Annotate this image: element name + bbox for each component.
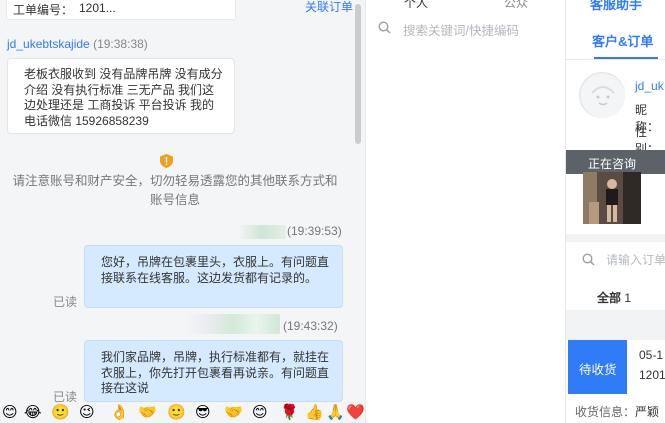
chat-panel: 工单编号： 1201... 关联订单 jd_ukebtskajide (19:3… (0, 0, 365, 423)
emoji-laugh-icon[interactable]: 😂 (24, 404, 42, 422)
agent-message-bubble: 您好，吊牌在包裹里头，衣服上。有问题直接联系在线客服。这边发货都有记录的。 (84, 245, 343, 308)
pending-delivery-badge[interactable]: 待收货 (568, 340, 627, 394)
order-search[interactable]: 请输入订单 (580, 250, 665, 270)
pending-delivery-label: 待收货 (579, 363, 617, 377)
previous-message-card: 工单编号： 1201... (6, 0, 236, 20)
consulting-tag: 正在咨询 (566, 150, 665, 174)
customer-sender-line: jd_ukebtskajide (19:38:38) (7, 37, 148, 51)
shipping-info-value: 严颖 (635, 405, 660, 419)
order-search-placeholder: 请输入订单 (606, 253, 665, 267)
search-icon (582, 253, 595, 266)
tab-all-orders[interactable]: 全部 1 (597, 289, 631, 306)
shield-warning-icon (160, 154, 173, 168)
customer-service-workbench: 工单编号： 1201... 关联订单 jd_ukebtskajide (19:3… (0, 0, 665, 423)
shipping-info-label: 收货信息： (575, 405, 636, 419)
order-date: 05-1 (639, 348, 664, 362)
emoji-heart-icon[interactable]: ❤️ (346, 404, 365, 422)
agent-message-bubble: 我们家品牌，吊牌，执行标准都有，就挂在衣服上，你先打开包裹看再说亲。有问题直接在… (84, 340, 343, 402)
avatar-face-icon (581, 74, 625, 118)
emoji-slight-smile-icon[interactable]: 🙂 (51, 404, 70, 422)
tab-customer-order[interactable]: 客户&订单 (592, 31, 653, 50)
read-status: 已读 (53, 295, 78, 309)
security-notice: 请注意账号和财产安全，切勿轻易透露您的其他联系方式和账号信息 (12, 174, 338, 207)
emoji-wink-icon[interactable]: 😉 (79, 404, 95, 422)
customer-message-bubble: 老板衣服收到 没有品牌吊牌 没有成分介绍 没有执行标准 三无产品 我们这边处理还… (7, 58, 235, 134)
active-tab-indicator (594, 57, 658, 59)
emoji-ok-hand-icon[interactable]: 👌 (110, 404, 129, 422)
quick-reply-tabs: 个人 公众 (366, 0, 566, 11)
emoji-pray-icon[interactable]: 🙏 (326, 404, 345, 422)
quick-reply-search-placeholder: 搜索关键词/快捷编码 (403, 24, 519, 38)
order-number[interactable]: 1201 (639, 368, 665, 382)
chat-scrollbar[interactable] (355, 4, 361, 144)
agent-message-time: (19:43:32) (283, 319, 338, 333)
assistant-header: 客服助手 (590, 0, 643, 12)
product-photo (583, 172, 641, 224)
emoji-handshake-icon[interactable]: 🤝 (224, 404, 243, 422)
previous-message-label: 工单编号： (13, 3, 74, 17)
previous-message-value: 1201... (79, 1, 116, 15)
all-orders-count: 1 (624, 291, 632, 305)
customer-panel-tabs: 客户&订单 (566, 20, 665, 60)
customer-message-time: (19:38:38) (93, 37, 148, 51)
shipping-info: 收货信息：严颖 (575, 403, 659, 420)
section-divider (566, 234, 665, 242)
emoji-handshake-icon[interactable]: 🤝 (138, 404, 157, 422)
emoji-thumbs-up-icon[interactable]: 👍 (305, 404, 324, 422)
emoji-smile-icon[interactable]: 🙂 (167, 404, 186, 422)
all-orders-label: 全部 (597, 291, 622, 305)
tab-personal[interactable]: 个人 (404, 0, 428, 11)
tab-public[interactable]: 公众 (504, 0, 528, 11)
quick-reply-search[interactable]: 搜索关键词/快捷编码 (376, 18, 546, 38)
consulting-label: 正在咨询 (588, 157, 637, 171)
emoji-smile-icon[interactable]: 😊 (2, 404, 18, 422)
agent-message-time: (19:39:53) (287, 224, 342, 238)
customer-name[interactable]: jd_uk (635, 79, 664, 93)
quick-reply-panel: 个人 公众 搜索关键词/快捷编码 (365, 0, 565, 423)
emoji-sunglasses-icon[interactable]: 😎 (195, 404, 211, 422)
section-divider (566, 310, 665, 340)
agent-name-blurred (186, 314, 280, 334)
emoji-rose-icon[interactable]: 🌹 (280, 404, 299, 422)
customer-sender-name[interactable]: jd_ukebtskajide (7, 37, 90, 51)
emoji-blush-icon[interactable]: 😊 (252, 404, 268, 422)
agent-name-blurred (238, 225, 286, 239)
product-thumbnail[interactable] (583, 172, 641, 224)
search-icon (378, 21, 391, 34)
customer-panel: 客服助手 客户&订单 jd_uk 昵称： 性别： 正在咨询 请输入订单 全部 1… (565, 0, 665, 423)
related-order-link[interactable]: 关联订单 (305, 0, 353, 15)
customer-avatar (579, 72, 625, 118)
